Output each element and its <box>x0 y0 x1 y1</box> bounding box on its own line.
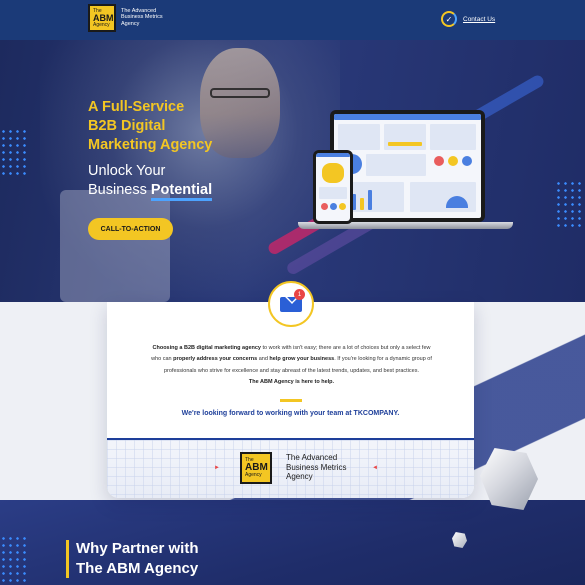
mail-badge-circle <box>268 281 314 327</box>
hero-subheadline: Unlock Your Business Potential <box>88 162 213 201</box>
card-cta-text: We're looking forward to working with yo… <box>181 410 400 417</box>
footer-brand-line-2: Business Metrics <box>286 462 347 472</box>
dashboard-bar <box>360 198 364 210</box>
phone-topbar <box>316 153 350 157</box>
why-line-1: Why Partner with <box>76 540 199 557</box>
yellow-divider <box>280 399 302 402</box>
notification-count: 1 <box>294 289 305 300</box>
footer-brand-name: The Advanced Business Metrics Agency <box>286 453 346 482</box>
dashboard-widget <box>338 124 380 150</box>
brand-name: The Advanced Business Metrics Agency <box>121 8 163 27</box>
hero-headline: A Full-Service B2B Digital Marketing Age… <box>88 98 212 155</box>
dot-pattern <box>555 180 583 230</box>
intro-bold-1: Choosing a B2B digital marketing agency <box>152 345 262 351</box>
intro-bold-2a: properly address your concerns <box>173 356 258 363</box>
phone-map <box>322 163 344 183</box>
phone-gauge <box>339 203 346 210</box>
headset-icon: ✓ <box>441 11 457 27</box>
footer-logo: The ABM Agency <box>240 452 272 484</box>
why-line-2: The ABM Agency <box>76 559 199 577</box>
dot-pattern <box>0 128 28 178</box>
intro-line-3: professionals who strive for excellence … <box>164 367 419 374</box>
intro-text-1: to work with isn't easy; there are a lot… <box>261 345 431 351</box>
dashboard-bar <box>388 142 422 146</box>
hero-glasses <box>210 88 270 98</box>
hero-sub-line-1: Unlock Your <box>88 163 166 179</box>
why-partner-heading: Why Partner with The ABM Agency <box>76 539 199 578</box>
intro-line-4: The ABM Agency is here to help. <box>125 377 458 388</box>
logo-agency: Agency <box>93 21 110 28</box>
arrow-right-icon: ► <box>214 465 220 471</box>
dashboard-widget <box>384 124 426 150</box>
why-accent-bar <box>66 540 69 578</box>
intro-bold-4: The ABM Agency is here to help. <box>248 378 335 385</box>
laptop-mockup <box>330 110 485 222</box>
phone-mockup <box>313 150 353 224</box>
phone-gauge <box>330 203 337 210</box>
dashboard-widget <box>430 124 476 150</box>
brand-line-2: Business Metrics <box>121 14 163 21</box>
call-to-action-button[interactable]: CALL-TO-ACTION <box>88 218 173 240</box>
site-header: The ABM Agency The Advanced Business Met… <box>0 0 585 40</box>
dashboard-screen <box>334 114 481 218</box>
intro-line-2: who can properly address your concerns a… <box>125 354 458 365</box>
hero-sub-line-2: Business Potential <box>88 181 213 201</box>
brand-line-3: Agency <box>121 20 140 27</box>
intro-line-1: Choosing a B2B digital marketing agency … <box>125 343 458 354</box>
intro-text-2c: . If you're looking for a dynamic group … <box>334 356 432 363</box>
dashboard-bar <box>368 190 372 210</box>
intro-text: Choosing a B2B digital marketing agency … <box>125 343 458 388</box>
contact-us-link[interactable]: ✓ Contact Us <box>441 11 495 27</box>
intro-text-2a: who can <box>151 356 174 363</box>
dashboard-gauge <box>434 156 444 166</box>
contact-us-label[interactable]: Contact Us <box>463 16 495 23</box>
header-logo[interactable]: The ABM Agency <box>88 4 116 32</box>
arrow-left-icon: ► <box>372 465 378 471</box>
hero-headline-line-3: Marketing Agency <box>88 137 213 154</box>
hero-headline-line-2: B2B Digital <box>88 118 166 135</box>
phone-gauge <box>321 203 328 210</box>
phone-screen <box>316 153 350 221</box>
dashboard-gauge <box>448 156 458 166</box>
dashboard-gauge <box>462 156 472 166</box>
dashboard-map <box>366 154 426 176</box>
hero-sub-highlight: Potential <box>150 181 213 201</box>
intro-bold-2b: help grow your business <box>269 356 335 363</box>
dot-pattern <box>0 535 28 585</box>
footer-logo-agency: Agency <box>245 472 262 479</box>
dashboard-topbar <box>334 114 481 120</box>
footer-brand-line-1: The Advanced <box>286 453 338 462</box>
footer-brand-line-3: Agency <box>286 472 313 482</box>
hero-headline-line-1: A Full-Service <box>88 99 185 115</box>
intro-text-2b: and <box>257 356 270 363</box>
hero-laptop-back <box>60 190 170 302</box>
hero-sub-prefix: Business <box>88 181 151 198</box>
phone-widget <box>319 187 347 199</box>
